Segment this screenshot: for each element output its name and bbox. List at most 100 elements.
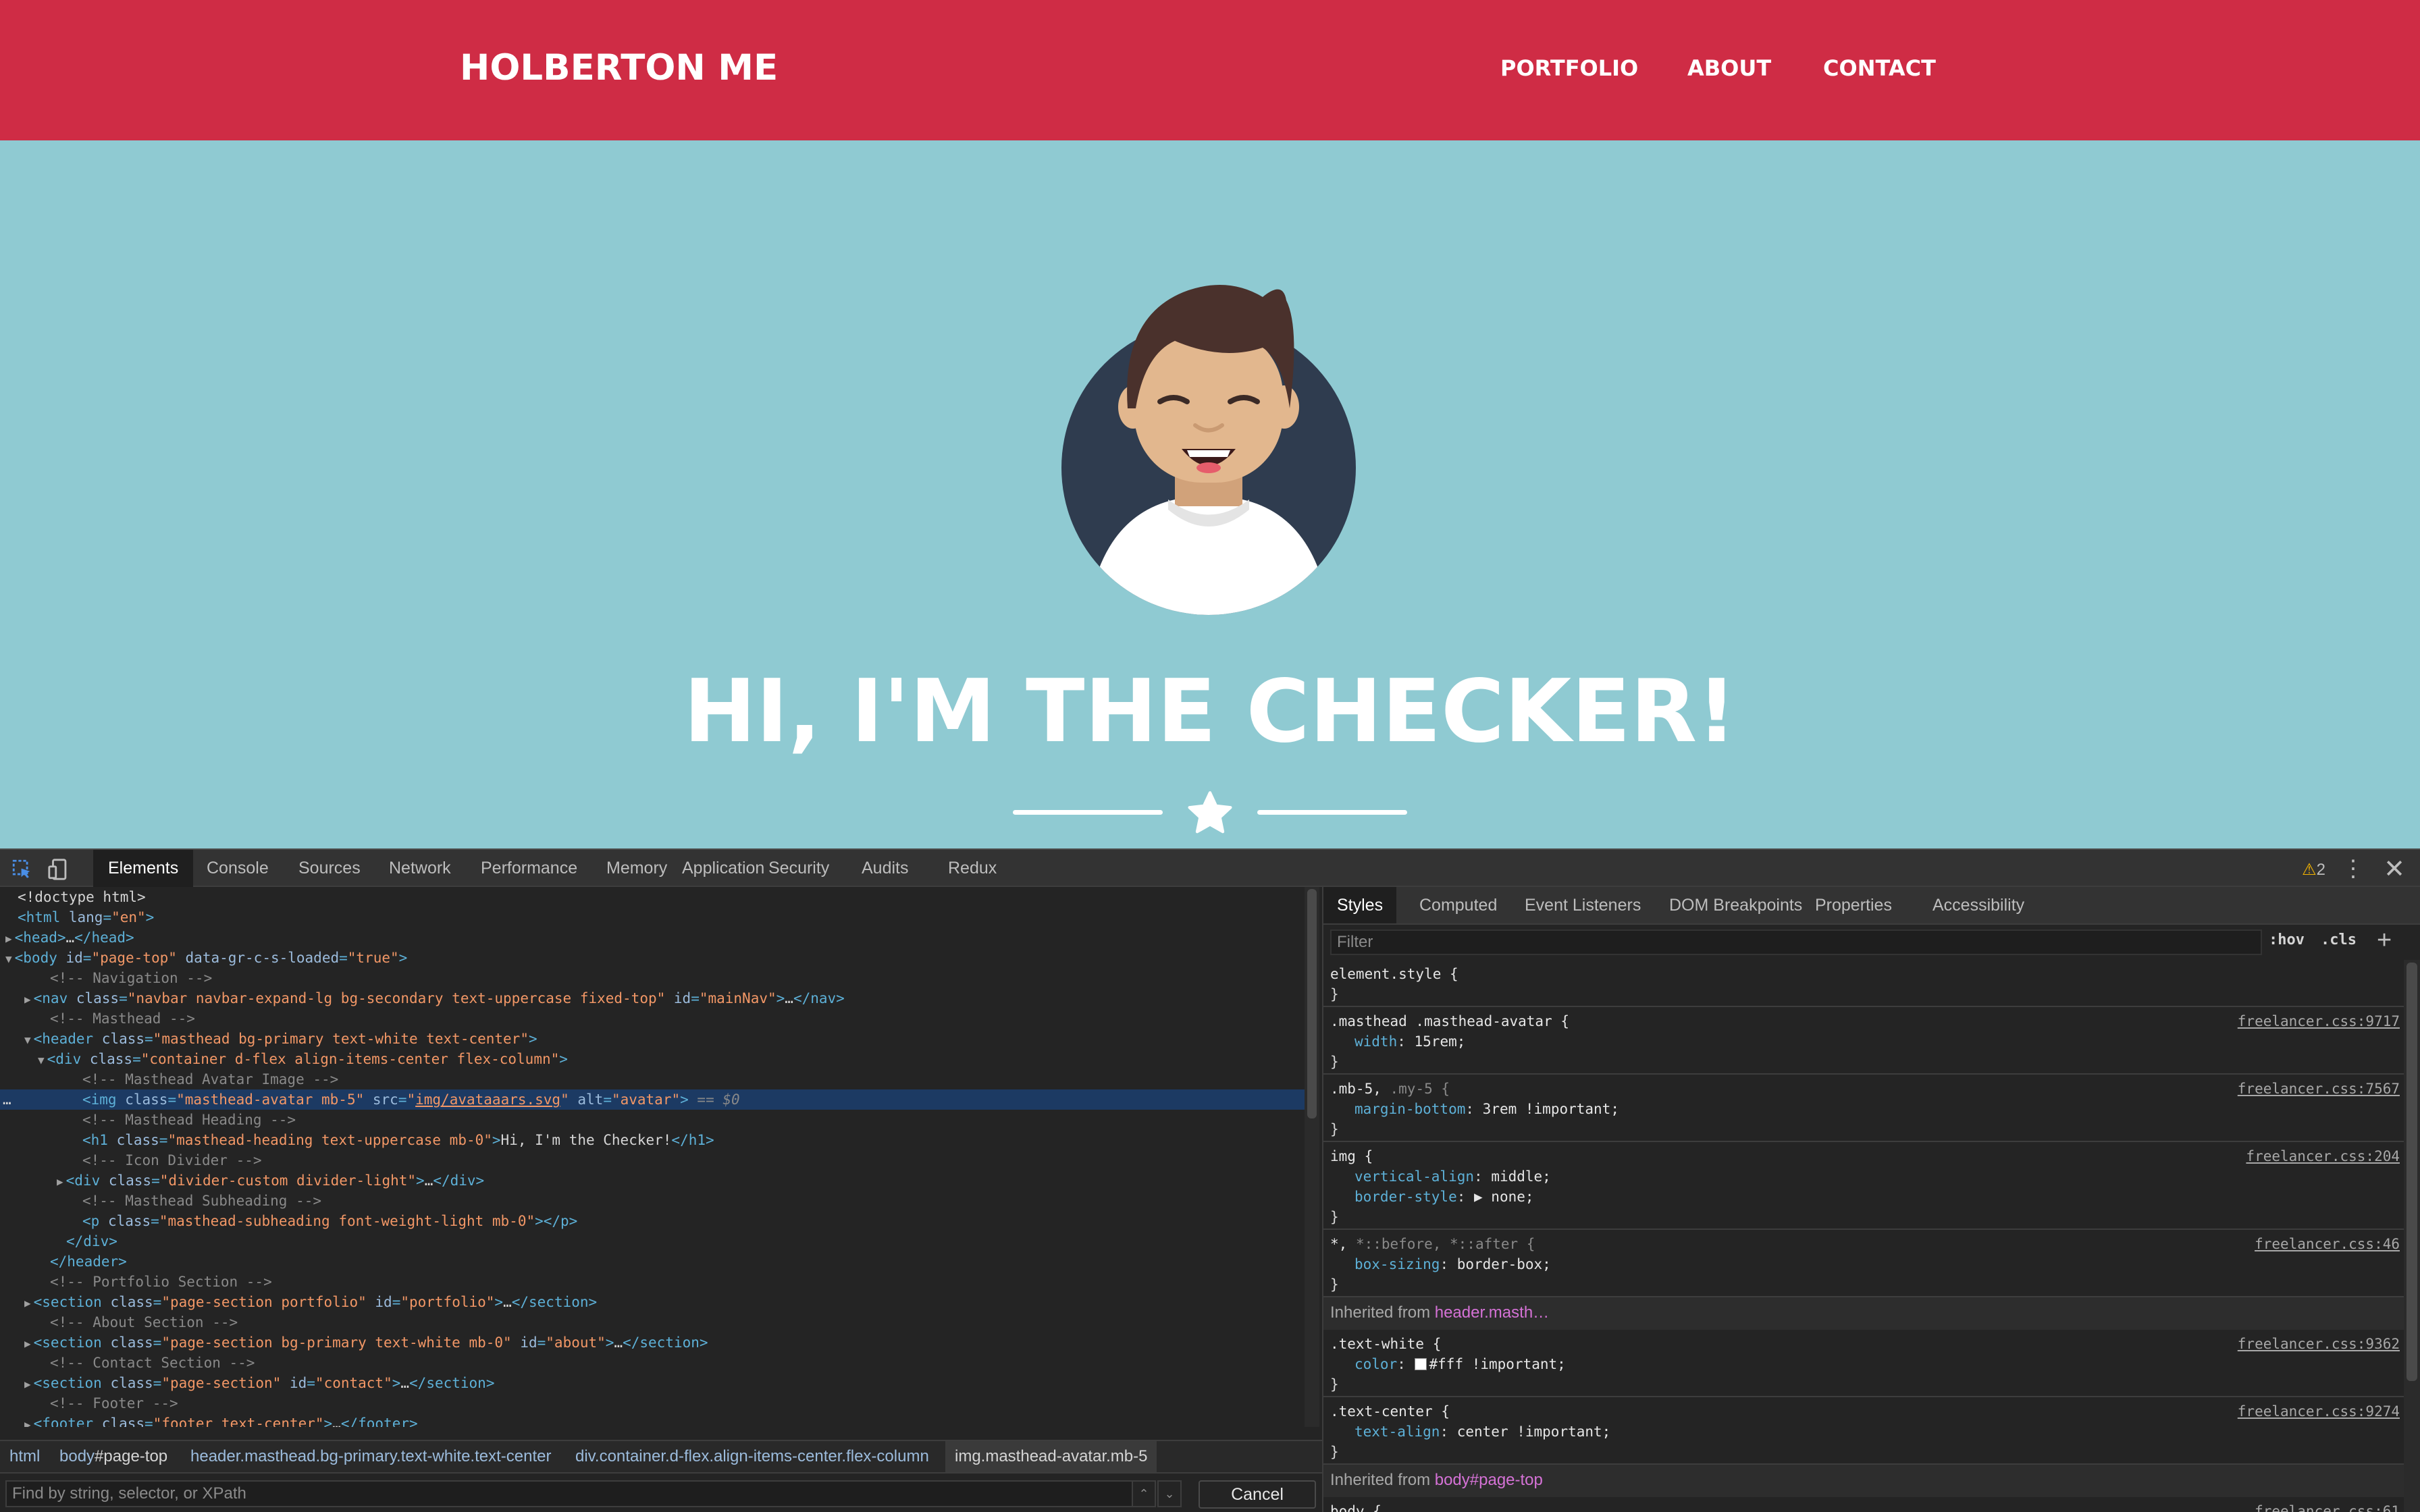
inspect-element-icon[interactable] xyxy=(11,858,34,881)
dom-node[interactable]: </header> xyxy=(0,1251,1305,1272)
dom-node[interactable]: <!-- Masthead Subheading --> xyxy=(0,1191,1305,1211)
close-icon[interactable]: ✕ xyxy=(2384,854,2405,884)
rule-source-link[interactable]: freelancer.css:7567 xyxy=(2238,1079,2400,1099)
dom-node[interactable]: <!-- About Section --> xyxy=(0,1312,1305,1332)
find-next-button[interactable]: ⌄ xyxy=(1157,1480,1182,1507)
node-options-ellipsis[interactable]: … xyxy=(3,1089,20,1110)
dom-node[interactable]: <!-- Icon Divider --> xyxy=(0,1150,1305,1170)
cancel-button[interactable]: Cancel xyxy=(1199,1480,1316,1509)
expand-toggle-icon[interactable]: ▶ xyxy=(57,1175,63,1188)
nav-link-about[interactable]: ABOUT xyxy=(1687,55,1771,81)
breadcrumb-item[interactable]: body#page-top xyxy=(50,1441,177,1472)
dom-node[interactable]: <p class="masthead-subheading font-weigh… xyxy=(0,1211,1305,1231)
rule-source-link[interactable]: freelancer.css:204 xyxy=(2246,1146,2400,1166)
dom-node[interactable]: ▼ <div class="container d-flex align-item… xyxy=(0,1049,1305,1069)
dom-node[interactable]: <!-- Masthead Heading --> xyxy=(0,1110,1305,1130)
expand-toggle-icon[interactable]: ▶ xyxy=(24,1297,31,1310)
expand-toggle-icon[interactable]: ▼ xyxy=(38,1054,45,1066)
style-property[interactable]: text-align: center !important; xyxy=(1354,1422,1610,1442)
nav-link-portfolio[interactable]: PORTFOLIO xyxy=(1500,55,1638,81)
style-rule[interactable]: img {freelancer.css:204 vertical-align: m… xyxy=(1323,1142,2404,1230)
styles-tab-computed[interactable]: Computed xyxy=(1406,887,1510,923)
expand-toggle-icon[interactable]: ▶ xyxy=(24,1418,31,1427)
tab-elements[interactable]: Elements xyxy=(93,850,194,887)
dom-node[interactable]: <!doctype html> xyxy=(0,887,1305,907)
styles-tab-styles[interactable]: Styles xyxy=(1323,887,1397,923)
styles-tab-event-listeners[interactable]: Event Listeners xyxy=(1511,887,1654,923)
nav-link-contact[interactable]: CONTACT xyxy=(1823,55,1936,81)
dom-node[interactable]: <!-- Masthead --> xyxy=(0,1008,1305,1029)
elements-dom-tree[interactable]: <!doctype html> <html lang="en"> ▶ <head>…<… xyxy=(0,887,1305,1427)
style-rule[interactable]: .mb-5, .my-5 {freelancer.css:7567 margin-… xyxy=(1323,1075,2404,1142)
style-rule[interactable]: .text-center {freelancer.css:9274 text-al… xyxy=(1323,1397,2404,1465)
style-property[interactable]: margin-bottom: 3rem !important; xyxy=(1354,1099,1619,1119)
style-rule[interactable]: body {freelancer.css:61} xyxy=(1323,1497,2404,1512)
tab-sources[interactable]: Sources xyxy=(284,850,375,887)
styles-tab-accessibility[interactable]: Accessibility xyxy=(1919,887,2038,923)
more-options-icon[interactable]: ⋮ xyxy=(2342,855,2365,882)
breadcrumb-item[interactable]: div.container.d-flex.align-items-center.… xyxy=(566,1441,939,1472)
tab-performance[interactable]: Performance xyxy=(466,850,592,887)
style-rule[interactable]: element.style {} xyxy=(1323,960,2404,1007)
dom-node[interactable]: ▶ <nav class="navbar navbar-expand-lg bg-… xyxy=(0,988,1305,1008)
style-property[interactable]: border-style: ▶ none; xyxy=(1354,1187,1534,1207)
inherited-element-link[interactable]: header.masth… xyxy=(1435,1303,1549,1322)
rule-source-link[interactable]: freelancer.css:61 xyxy=(2255,1501,2400,1512)
styles-filter-input[interactable] xyxy=(1330,929,2262,955)
device-toolbar-icon[interactable] xyxy=(47,858,70,881)
styles-scrollbar-thumb[interactable] xyxy=(2406,963,2417,1381)
hover-state-toggle[interactable]: :hov xyxy=(2269,932,2305,948)
rule-source-link[interactable]: freelancer.css:9717 xyxy=(2238,1011,2400,1031)
dom-node[interactable]: <!-- Masthead Avatar Image --> xyxy=(0,1069,1305,1089)
style-rule[interactable]: .masthead .masthead-avatar {freelancer.c… xyxy=(1323,1007,2404,1075)
dom-node[interactable]: ▼ <header class="masthead bg-primary text… xyxy=(0,1029,1305,1049)
styles-tab-properties[interactable]: Properties xyxy=(1801,887,1905,923)
style-rule[interactable]: *, *::before, *::after {freelancer.css:4… xyxy=(1323,1230,2404,1297)
rule-source-link[interactable]: freelancer.css:9362 xyxy=(2238,1334,2400,1354)
dom-node[interactable]: ▶ <div class="divider-custom divider-ligh… xyxy=(0,1170,1305,1191)
tab-console[interactable]: Console xyxy=(192,850,284,887)
dom-node[interactable]: ▶ <section class="page-section bg-primary… xyxy=(0,1332,1305,1353)
dom-node[interactable]: ▼ <body id="page-top" data-gr-c-s-loaded=… xyxy=(0,948,1305,968)
rule-source-link[interactable]: freelancer.css:46 xyxy=(2255,1234,2400,1254)
dom-node[interactable]: ▶ <head>…</head> xyxy=(0,927,1305,948)
dom-node[interactable]: </div> xyxy=(0,1231,1305,1251)
dom-scrollbar-thumb[interactable] xyxy=(1307,889,1317,1118)
tab-security[interactable]: Security xyxy=(754,850,844,887)
dom-node[interactable]: <!-- Navigation --> xyxy=(0,968,1305,988)
inherited-element-link[interactable]: body#page-top xyxy=(1435,1471,1543,1489)
expand-toggle-icon[interactable]: ▶ xyxy=(24,1337,31,1350)
dom-node[interactable]: <h1 class="masthead-heading text-upperca… xyxy=(0,1130,1305,1150)
new-style-rule-icon[interactable]: + xyxy=(2377,926,2392,955)
class-toggle[interactable]: .cls xyxy=(2321,932,2357,948)
find-input[interactable] xyxy=(5,1480,1133,1507)
expand-toggle-icon[interactable]: ▶ xyxy=(5,932,12,945)
dom-node-selected[interactable]: … <img class="masthead-avatar mb-5" src=… xyxy=(0,1089,1305,1110)
styles-tab-dom-breakpoints[interactable]: DOM Breakpoints xyxy=(1656,887,1816,923)
dom-node[interactable]: <!-- Portfolio Section --> xyxy=(0,1272,1305,1292)
tab-audits[interactable]: Audits xyxy=(847,850,923,887)
breadcrumb-item[interactable]: html xyxy=(0,1441,49,1472)
expand-toggle-icon[interactable]: ▼ xyxy=(5,952,12,965)
expand-toggle-icon[interactable]: ▶ xyxy=(24,1378,31,1390)
dom-node[interactable]: <!-- Contact Section --> xyxy=(0,1353,1305,1373)
dom-token[interactable]: img/avataaars.svg xyxy=(415,1091,560,1108)
tab-redux[interactable]: Redux xyxy=(933,850,1011,887)
style-property[interactable]: box-sizing: border-box; xyxy=(1354,1254,1551,1274)
breadcrumb-item[interactable]: img.masthead-avatar.mb-5 xyxy=(945,1441,1157,1472)
style-property[interactable]: vertical-align: middle; xyxy=(1354,1166,1551,1187)
style-property[interactable]: width: 15rem; xyxy=(1354,1031,1465,1052)
style-rule[interactable]: .text-white {freelancer.css:9362 color: #… xyxy=(1323,1330,2404,1397)
brand-logo-link[interactable]: HOLBERTON ME xyxy=(460,47,778,88)
tab-network[interactable]: Network xyxy=(374,850,466,887)
dom-node[interactable]: ▶ <footer class="footer text-center">…</f… xyxy=(0,1413,1305,1427)
warnings-badge[interactable]: ⚠2 xyxy=(2302,860,2325,880)
dom-node[interactable]: <!-- Footer --> xyxy=(0,1393,1305,1413)
style-property[interactable]: color: #fff !important; xyxy=(1354,1354,1566,1374)
color-swatch[interactable] xyxy=(1414,1358,1427,1370)
find-previous-button[interactable]: ⌃ xyxy=(1132,1480,1156,1507)
breadcrumb-item[interactable]: header.masthead.bg-primary.text-white.te… xyxy=(181,1441,560,1472)
expand-toggle-icon[interactable]: ▼ xyxy=(24,1033,31,1046)
dom-node[interactable]: ▶ <section class="page-section portfolio"… xyxy=(0,1292,1305,1312)
rule-source-link[interactable]: freelancer.css:9274 xyxy=(2238,1401,2400,1422)
